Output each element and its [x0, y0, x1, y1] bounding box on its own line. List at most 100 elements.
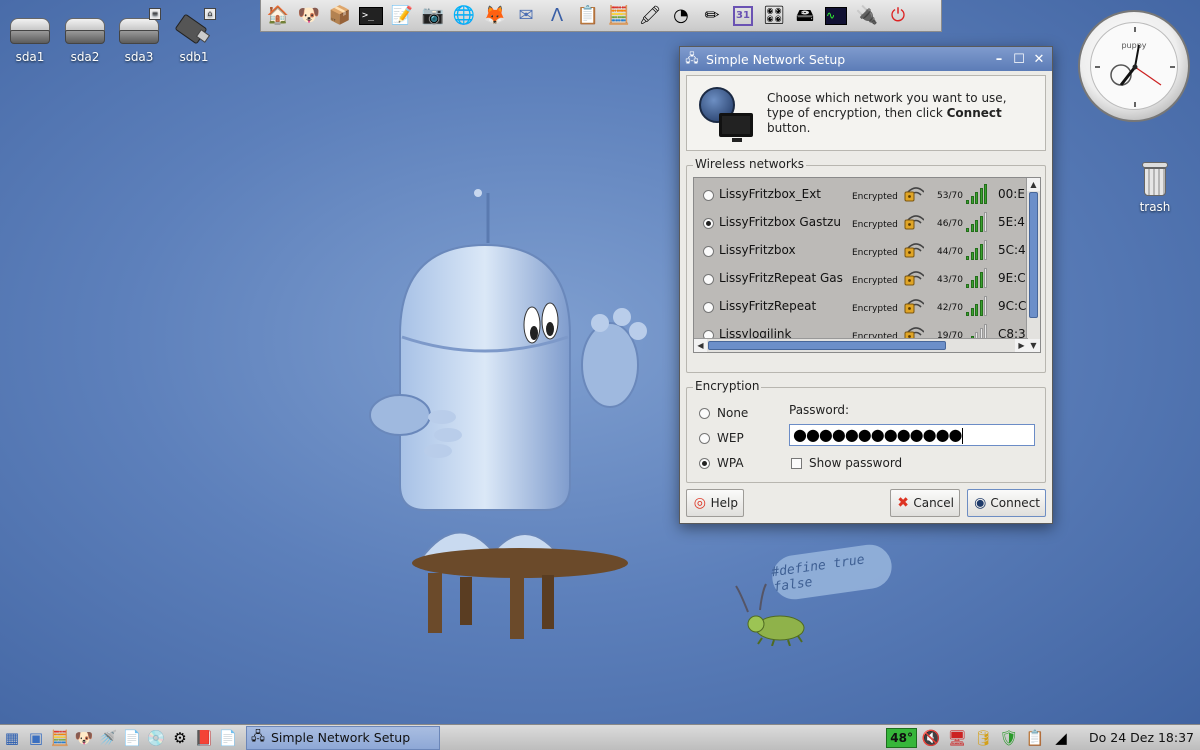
- home-folder-icon[interactable]: 🏠: [263, 2, 293, 30]
- vertical-scrollbar[interactable]: ▲ ▼: [1026, 178, 1040, 352]
- network-icon[interactable]: 🔌: [852, 2, 882, 30]
- clipboard-icon[interactable]: 📋: [1023, 726, 1047, 750]
- watering-can-icon[interactable]: 🚿: [96, 726, 120, 750]
- network-row[interactable]: LissyFritzbox Gastzu Encrypted 46/70 5E:4: [694, 208, 1028, 236]
- chart-pie-icon[interactable]: ◔: [666, 2, 696, 30]
- crayons-icon[interactable]: 🖍: [635, 2, 665, 30]
- signal-bar: [975, 248, 978, 260]
- scroll-thumb[interactable]: [1029, 192, 1038, 318]
- camera-icon[interactable]: 📷: [418, 2, 448, 30]
- taskbar-task-simple-network-setup[interactable]: 🖧 Simple Network Setup: [246, 725, 440, 750]
- password-field[interactable]: ●●●●●●●●●●●●●: [789, 424, 1035, 446]
- network-encryption: Encrypted: [852, 304, 898, 314]
- puppy-dog-icon[interactable]: 🐶: [294, 2, 324, 30]
- calendar-icon[interactable]: 31: [728, 2, 758, 30]
- network-settings-icon[interactable]: ⚙: [168, 726, 192, 750]
- drive-sdb1[interactable]: ⌂ sdb1: [168, 8, 220, 64]
- network-radio[interactable]: [703, 246, 714, 257]
- wireless-network-list[interactable]: LissyFritzbox_Ext Encrypted 53/70 00:E Lissy…: [693, 177, 1041, 353]
- network-encryption: Encrypted: [852, 276, 898, 286]
- encryption-wpa-option[interactable]: WPA: [699, 456, 744, 470]
- drive-icon[interactable]: 🖴: [790, 2, 820, 30]
- network-disconnected-icon[interactable]: 🖥: [945, 726, 969, 750]
- drive-label: sda3: [124, 50, 154, 64]
- network-mac: 9C:C: [998, 299, 1027, 313]
- encryption-wep-option[interactable]: WEP: [699, 431, 744, 445]
- signal-bar: [984, 296, 987, 316]
- show-password-option[interactable]: Show password: [791, 456, 902, 470]
- volume-muted-icon[interactable]: 🔇: [919, 726, 943, 750]
- mail-icon[interactable]: ✉: [511, 2, 541, 30]
- battery-icon[interactable]: ◢: [1049, 726, 1073, 750]
- connect-button[interactable]: ◉ Connect: [967, 489, 1046, 517]
- cancel-button[interactable]: ✖ Cancel: [890, 489, 960, 517]
- encryption-none-radio[interactable]: [699, 407, 710, 419]
- scroll-up-icon[interactable]: ▲: [1027, 178, 1040, 191]
- scroll-down-icon[interactable]: ▼: [1027, 339, 1040, 352]
- notes-icon[interactable]: 📋: [573, 2, 603, 30]
- network-quality: 42/70: [937, 303, 963, 313]
- acrobat-icon[interactable]: 📄: [216, 726, 240, 750]
- menu-icon[interactable]: ▦: [0, 726, 24, 750]
- cpu-temperature[interactable]: 48°: [886, 727, 917, 748]
- puppy-icon[interactable]: 🐶: [72, 726, 96, 750]
- help-button[interactable]: ◎ Help: [686, 489, 744, 517]
- globe-browser-icon[interactable]: 🌐: [449, 2, 479, 30]
- calculator-icon[interactable]: 🧮: [604, 2, 634, 30]
- network-radio[interactable]: [703, 190, 714, 201]
- trash-desktop-icon[interactable]: trash: [1132, 162, 1178, 214]
- signal-bar: [970, 252, 974, 260]
- system-monitor-icon[interactable]: ∿: [821, 2, 851, 30]
- encryption-wep-radio[interactable]: [699, 432, 710, 444]
- text-editor-icon[interactable]: 📝: [387, 2, 417, 30]
- audio-mixer-icon[interactable]: 🎛: [759, 2, 789, 30]
- encryption-wpa-radio[interactable]: [699, 457, 710, 469]
- maximize-icon[interactable]: ☐: [1010, 50, 1028, 68]
- network-encryption: Encrypted: [852, 248, 898, 258]
- scroll-thumb[interactable]: [708, 341, 946, 350]
- taskbar-clock[interactable]: Do 24 Dez 18:37: [1075, 730, 1200, 745]
- database-icon[interactable]: 🛢: [971, 726, 995, 750]
- terminal-icon[interactable]: >_: [356, 2, 386, 30]
- signal-bar: [966, 284, 969, 288]
- draw-icon[interactable]: Λ: [542, 2, 572, 30]
- network-radio[interactable]: [703, 302, 714, 313]
- signal-strength-icon: [966, 212, 990, 232]
- shield-icon[interactable]: 🛡: [997, 726, 1021, 750]
- editor-icon[interactable]: 📄: [120, 726, 144, 750]
- show-password-checkbox[interactable]: [791, 457, 802, 469]
- drive-sda2[interactable]: sda2: [59, 8, 111, 64]
- drive-sda3[interactable]: ≡ sda3: [113, 8, 165, 64]
- scroll-left-icon[interactable]: ◀: [694, 339, 707, 352]
- calculator-icon[interactable]: 🧮: [48, 726, 72, 750]
- network-radio[interactable]: [703, 274, 714, 285]
- network-mac: 5E:4: [998, 215, 1025, 229]
- windows-icon[interactable]: ▣: [24, 726, 48, 750]
- close-icon[interactable]: ✕: [1030, 50, 1048, 68]
- wifi-lock-icon: [904, 243, 924, 258]
- signal-bar: [975, 276, 978, 288]
- disc-icon[interactable]: 💿: [144, 726, 168, 750]
- network-row[interactable]: LissyFritzbox_Ext Encrypted 53/70 00:E: [694, 180, 1028, 208]
- network-row[interactable]: LissyFritzRepeat Gas Encrypted 43/70 9E:C: [694, 264, 1028, 292]
- pencil-icon[interactable]: ✏: [697, 2, 727, 30]
- signal-bar: [966, 312, 969, 316]
- power-icon[interactable]: ⏻: [883, 2, 913, 30]
- wireless-group-label: Wireless networks: [693, 157, 807, 171]
- package-manager-icon[interactable]: 📦: [325, 2, 355, 30]
- network-row[interactable]: LissyFritzRepeat Encrypted 42/70 9C:C: [694, 292, 1028, 320]
- drive-sda1[interactable]: sda1: [4, 8, 56, 64]
- minimize-icon[interactable]: –: [990, 50, 1008, 68]
- hard-drive-icon: [63, 8, 107, 48]
- signal-strength-icon: [966, 296, 990, 316]
- pdf-icon[interactable]: 📕: [192, 726, 216, 750]
- scroll-right-icon[interactable]: ▶: [1015, 339, 1028, 352]
- network-row[interactable]: LissyFritzbox Encrypted 44/70 5C:4: [694, 236, 1028, 264]
- firefox-icon[interactable]: 🦊: [480, 2, 510, 30]
- signal-bar: [966, 256, 969, 260]
- horizontal-scrollbar[interactable]: ◀ ▶: [694, 338, 1028, 352]
- window-titlebar[interactable]: 🖧 Simple Network Setup – ☐ ✕: [680, 47, 1052, 71]
- encryption-none-option[interactable]: None: [699, 406, 748, 420]
- network-radio[interactable]: [703, 218, 714, 229]
- signal-bar: [984, 184, 987, 204]
